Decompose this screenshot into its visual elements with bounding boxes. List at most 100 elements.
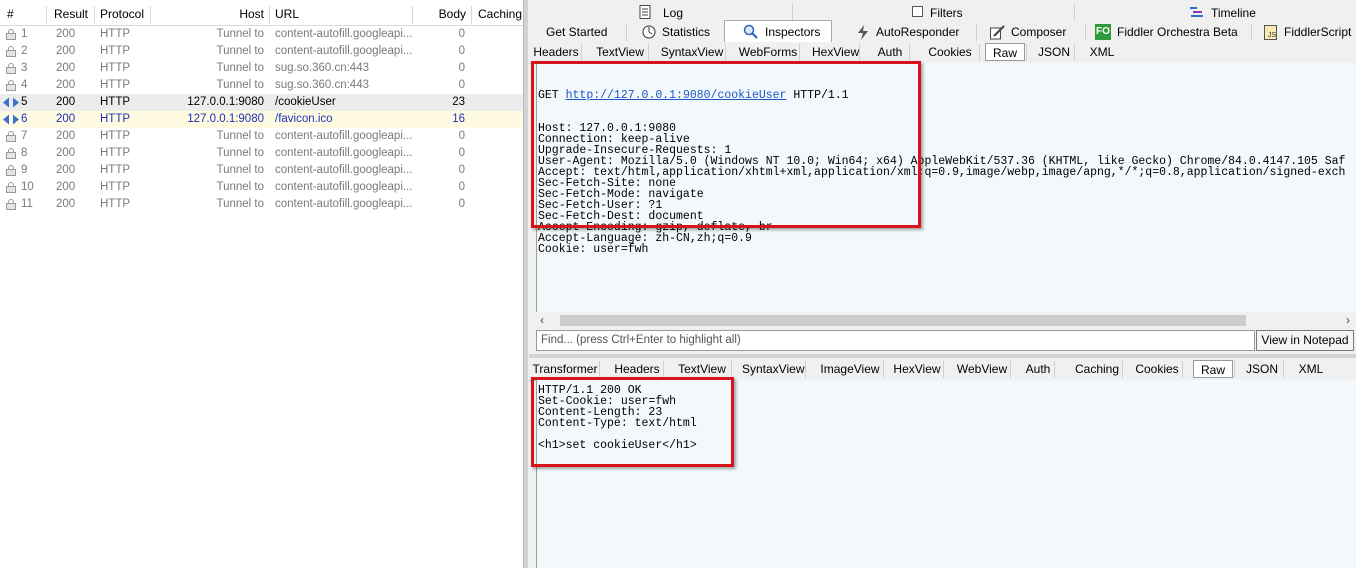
request-response-splitter[interactable] <box>529 354 1356 358</box>
response-tab-caching[interactable]: Caching <box>1073 360 1121 378</box>
lock-icon <box>6 182 16 193</box>
response-tab-raw[interactable]: Raw <box>1193 360 1233 378</box>
sessions-header: # Result Protocol Host URL Body Caching <box>0 4 523 26</box>
response-raw-pane[interactable]: HTTP/1.1 200 OK Set-Cookie: user=fwh Conte… <box>531 377 1356 568</box>
row-protocol: HTTP <box>100 62 131 74</box>
row-protocol: HTTP <box>100 130 131 142</box>
lock-icon <box>6 199 16 210</box>
row-url: sug.so.360.cn:443 <box>275 62 369 74</box>
row-num: 7 <box>21 130 28 142</box>
request-tab-webforms[interactable]: WebForms <box>738 43 798 61</box>
session-row[interactable]: 10 200 HTTP Tunnel to content-autofill.googl… <box>0 179 523 196</box>
row-result: 200 <box>56 62 76 74</box>
session-row[interactable]: 4 200 HTTP Tunnel to sug.so.360.cn:443 0 <box>0 77 523 94</box>
request-tab-raw[interactable]: Raw <box>985 43 1025 61</box>
orchestra-icon: FO <box>1095 24 1111 40</box>
col-caching[interactable]: Caching <box>478 4 522 25</box>
col-host[interactable]: Host <box>150 4 264 25</box>
row-url: content-autofill.googleapi... <box>275 198 413 210</box>
col-url[interactable]: URL <box>275 4 299 25</box>
request-header-line: Cookie: user=fwh <box>538 243 649 256</box>
tab-get-started[interactable]: Get Started <box>546 23 607 42</box>
scroll-left-icon[interactable]: ‹ <box>540 312 544 329</box>
response-tab-headers[interactable]: Headers <box>612 360 662 378</box>
row-url: content-autofill.googleapi... <box>275 181 413 193</box>
scroll-right-icon[interactable]: › <box>1346 312 1350 329</box>
response-tab-imageview[interactable]: ImageView <box>818 360 882 378</box>
row-body: 0 <box>458 28 465 40</box>
request-tab-auth[interactable]: Auth <box>872 43 908 61</box>
tab-inspectors-label: Inspectors <box>765 25 821 39</box>
session-row[interactable]: 1 200 HTTP Tunnel to content-autofill.google… <box>0 26 523 43</box>
response-tab-syntaxview[interactable]: SyntaxView <box>742 360 804 378</box>
row-protocol: HTTP <box>100 28 131 40</box>
lock-icon <box>6 46 16 57</box>
request-tab-textview[interactable]: TextView <box>593 43 647 61</box>
session-row[interactable]: 2 200 HTTP Tunnel to content-autofill.google… <box>0 43 523 60</box>
session-row[interactable]: 5 200 HTTP 127.0.0.1:9080/cookieUser 23 <box>0 94 523 111</box>
row-host: Tunnel to <box>216 79 264 91</box>
row-body: 0 <box>458 62 465 74</box>
request-tab-hexview[interactable]: HexView <box>812 43 859 61</box>
request-highlight-box <box>531 61 921 228</box>
response-tab-transformer[interactable]: Transformer <box>532 360 598 378</box>
response-tab-xml[interactable]: XML <box>1295 360 1327 378</box>
request-tab-cookies[interactable]: Cookies <box>922 43 978 61</box>
row-host: Tunnel to <box>216 45 264 57</box>
row-host: 127.0.0.1:9080 <box>187 113 264 125</box>
row-result: 200 <box>56 45 76 57</box>
col-num[interactable]: # <box>7 4 14 25</box>
request-horizontal-scrollbar[interactable]: ‹ › <box>536 312 1356 329</box>
row-num: 9 <box>21 164 28 176</box>
session-row[interactable]: 11 200 HTTP Tunnel to content-autofill.googl… <box>0 196 523 213</box>
row-host: Tunnel to <box>216 164 264 176</box>
row-protocol: HTTP <box>100 164 131 176</box>
row-body: 0 <box>458 147 465 159</box>
row-body: 23 <box>452 96 465 108</box>
request-tab-xml[interactable]: XML <box>1086 43 1118 61</box>
tab-filters-label: Filters <box>930 6 963 20</box>
row-num: 5 <box>21 96 28 108</box>
session-row[interactable]: 6 200 HTTP 127.0.0.1:9080/favicon.ico 16 <box>0 111 523 128</box>
svg-text:JS: JS <box>1268 32 1277 39</box>
row-num: 2 <box>21 45 28 57</box>
row-url: content-autofill.googleapi... <box>275 45 413 57</box>
session-row[interactable]: 8 200 HTTP Tunnel to content-autofill.google… <box>0 145 523 162</box>
session-row[interactable]: 9 200 HTTP Tunnel to content-autofill.google… <box>0 162 523 179</box>
request-raw-pane[interactable]: GET http://127.0.0.1:9080/cookieUser HTT… <box>531 61 1356 312</box>
session-row[interactable]: 7 200 HTTP Tunnel to content-autofill.google… <box>0 128 523 145</box>
row-url: content-autofill.googleapi... <box>275 147 413 159</box>
lock-icon <box>6 165 16 176</box>
col-protocol[interactable]: Protocol <box>100 4 144 25</box>
row-protocol: HTTP <box>100 113 131 125</box>
row-protocol: HTTP <box>100 181 131 193</box>
response-tab-hexview[interactable]: HexView <box>892 360 942 378</box>
request-tab-syntaxview[interactable]: SyntaxView <box>660 43 724 61</box>
request-tab-json[interactable]: JSON <box>1035 43 1073 61</box>
tab-inspectors[interactable]: Inspectors <box>724 20 832 42</box>
response-tab-auth[interactable]: Auth <box>1023 360 1053 378</box>
row-url: content-autofill.googleapi... <box>275 164 413 176</box>
lock-icon <box>6 148 16 159</box>
scroll-thumb[interactable] <box>560 315 1246 326</box>
session-row[interactable]: 3 200 HTTP Tunnel to sug.so.360.cn:443 0 <box>0 60 523 77</box>
view-in-notepad-button[interactable]: View in Notepad <box>1256 330 1354 351</box>
row-host: Tunnel to <box>216 130 264 142</box>
request-tab-headers[interactable]: Headers <box>532 43 580 61</box>
row-result: 200 <box>56 164 76 176</box>
inspectors-icon <box>743 24 758 39</box>
row-protocol: HTTP <box>100 96 131 108</box>
row-host: Tunnel to <box>216 28 264 40</box>
row-result: 200 <box>56 79 76 91</box>
response-tab-textview[interactable]: TextView <box>674 360 730 378</box>
col-result[interactable]: Result <box>54 4 88 25</box>
timeline-icon <box>1190 7 1203 17</box>
response-tab-json[interactable]: JSON <box>1242 360 1282 378</box>
row-host: Tunnel to <box>216 181 264 193</box>
response-tab-cookies[interactable]: Cookies <box>1133 360 1181 378</box>
col-body[interactable]: Body <box>412 4 466 25</box>
tab-strip-main: Get Started Statistics Inspectors AutoRe… <box>529 20 1356 44</box>
response-tab-webview[interactable]: WebView <box>955 360 1009 378</box>
request-header-line: Accept-Language: zh-CN,zh;q=0.9 <box>538 232 752 245</box>
find-input[interactable]: Find... (press Ctrl+Enter to highlight a… <box>536 330 1255 351</box>
